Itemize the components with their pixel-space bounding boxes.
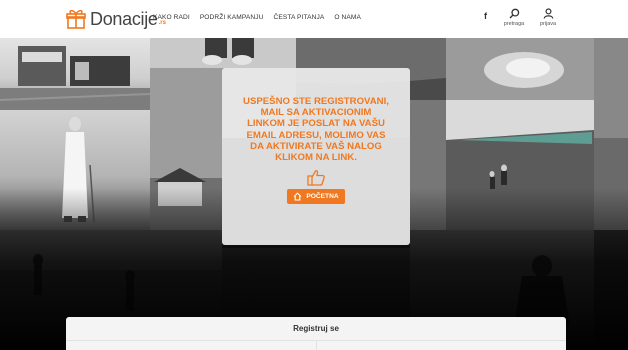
login-button[interactable]: prijava	[533, 8, 563, 27]
photo-hands-rice	[446, 38, 594, 100]
register-panel: Registruj se	[66, 317, 566, 350]
login-label: prijava	[539, 21, 557, 27]
register-column-divider	[316, 341, 317, 350]
search-label: pretraga	[503, 21, 525, 27]
nav-faq[interactable]: ČESTA PITANJA	[273, 14, 324, 21]
thumbs-up-icon	[307, 170, 325, 186]
search-button[interactable]: pretraga	[499, 8, 529, 27]
nav-about[interactable]: O NAMA	[334, 14, 361, 21]
facebook-icon[interactable]: f	[484, 11, 487, 21]
nav-how-it-works[interactable]: KAKO RADI	[153, 14, 190, 21]
search-icon	[509, 8, 519, 19]
home-icon	[293, 192, 302, 201]
success-message: USPEŠNO STE REGISTROVANI, MAIL SA AKTIVA…	[243, 96, 389, 164]
main-nav: KAKO RADI PODRŽI KAMPANJU ČESTA PITANJA …	[153, 14, 361, 21]
user-icon	[543, 8, 553, 19]
site-header: Donacije .rs KAKO RADI PODRŽI KAMPANJU Č…	[0, 0, 628, 38]
logo-text: Donacije	[90, 8, 158, 29]
site-logo[interactable]: Donacije .rs	[65, 8, 166, 30]
register-title: Registruj se	[293, 324, 339, 333]
photo-edge-right	[594, 38, 628, 138]
nav-support-campaign[interactable]: PODRŽI KAMPANJU	[200, 14, 264, 21]
registration-success-modal: USPEŠNO STE REGISTROVANI, MAIL SA AKTIVA…	[222, 68, 410, 245]
home-button-label: POČETNA	[306, 193, 339, 201]
gift-icon	[66, 9, 86, 29]
home-button[interactable]: POČETNA	[287, 189, 345, 205]
